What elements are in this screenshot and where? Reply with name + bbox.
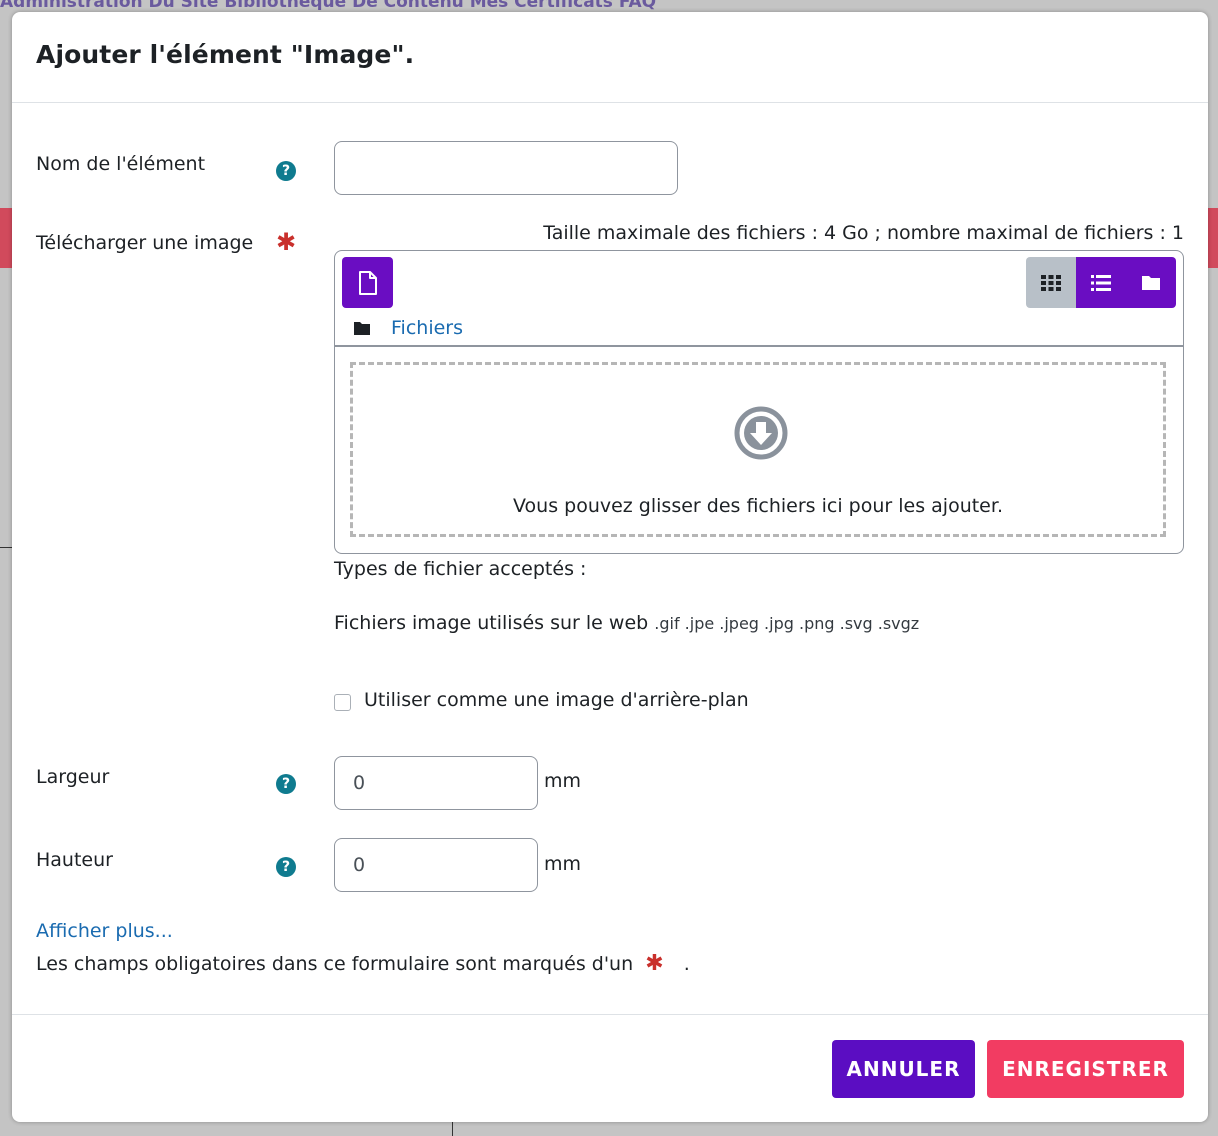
element-name-label: Nom de l'élément xyxy=(36,153,206,175)
modal-title: Ajouter l'élément "Image". xyxy=(36,40,415,69)
background-divider xyxy=(0,547,12,548)
background-nav: Administration Du Site Bibliothèque De C… xyxy=(0,0,657,10)
element-name-input[interactable] xyxy=(334,141,678,195)
background-image-checkbox[interactable] xyxy=(334,694,351,711)
height-unit: mm xyxy=(544,853,582,875)
height-input[interactable] xyxy=(334,838,538,892)
width-label: Largeur xyxy=(36,766,110,788)
list-icon xyxy=(1091,274,1111,291)
accepted-types-extensions: .gif .jpe .jpeg .jpg .png .svg .svgz xyxy=(654,614,920,633)
cancel-button[interactable]: ANNULER xyxy=(832,1040,975,1098)
add-file-button[interactable] xyxy=(342,257,393,308)
accepted-types-label: Types de fichier acceptés : xyxy=(334,558,587,580)
modal-footer: ANNULER ENREGISTRER xyxy=(12,1014,1208,1122)
upload-image-label: Télécharger une image xyxy=(36,232,254,254)
required-icon: ✱ xyxy=(276,228,297,256)
required-fields-note-end: . xyxy=(683,953,690,975)
file-dropzone[interactable]: Vous pouvez glisser des fichiers ici pou… xyxy=(350,362,1166,537)
save-button[interactable]: ENREGISTRER xyxy=(987,1040,1184,1098)
file-manager-divider xyxy=(335,345,1183,347)
file-icon xyxy=(358,270,377,295)
file-manager: Fichiers Vous pouvez glisser des fichier… xyxy=(334,250,1184,554)
modal-header: Ajouter l'élément "Image". xyxy=(12,12,1208,103)
help-icon[interactable]: ? xyxy=(276,857,296,877)
help-icon[interactable]: ? xyxy=(276,161,296,181)
required-fields-note-text: Les champs obligatoires dans ce formulai… xyxy=(36,953,634,975)
background-accent-right xyxy=(1208,208,1218,268)
accepted-types-description: Fichiers image utilisés sur le web xyxy=(334,612,649,634)
download-arrow-icon xyxy=(734,406,788,460)
grid-view-button[interactable] xyxy=(1026,257,1076,308)
show-more-link[interactable]: Afficher plus... xyxy=(36,920,173,942)
help-icon[interactable]: ? xyxy=(276,774,296,794)
folder-icon xyxy=(1142,276,1160,290)
accepted-types-list: Fichiers image utilisés sur le web .gif … xyxy=(334,612,919,634)
breadcrumb: Fichiers xyxy=(353,317,463,339)
background-divider-vertical xyxy=(452,1122,453,1136)
view-switcher xyxy=(1026,257,1176,308)
breadcrumb-files-link[interactable]: Fichiers xyxy=(391,317,463,339)
add-image-element-dialog: Ajouter l'élément "Image". Nom de l'élém… xyxy=(12,12,1208,1122)
list-view-button[interactable] xyxy=(1076,257,1126,308)
required-fields-note: Les champs obligatoires dans ce formulai… xyxy=(36,951,690,976)
grid-icon xyxy=(1041,274,1061,291)
required-icon: ✱ xyxy=(645,951,664,976)
width-input[interactable] xyxy=(334,756,538,810)
background-image-checkbox-label[interactable]: Utiliser comme une image d'arrière-plan xyxy=(364,689,749,711)
dropzone-text: Vous pouvez glisser des fichiers ici pou… xyxy=(513,495,1003,517)
tree-view-button[interactable] xyxy=(1126,257,1176,308)
width-unit: mm xyxy=(544,770,582,792)
height-label: Hauteur xyxy=(36,849,113,871)
upload-limits: Taille maximale des fichiers : 4 Go ; no… xyxy=(543,222,1184,244)
background-accent-left xyxy=(0,208,12,268)
folder-icon xyxy=(354,321,370,335)
